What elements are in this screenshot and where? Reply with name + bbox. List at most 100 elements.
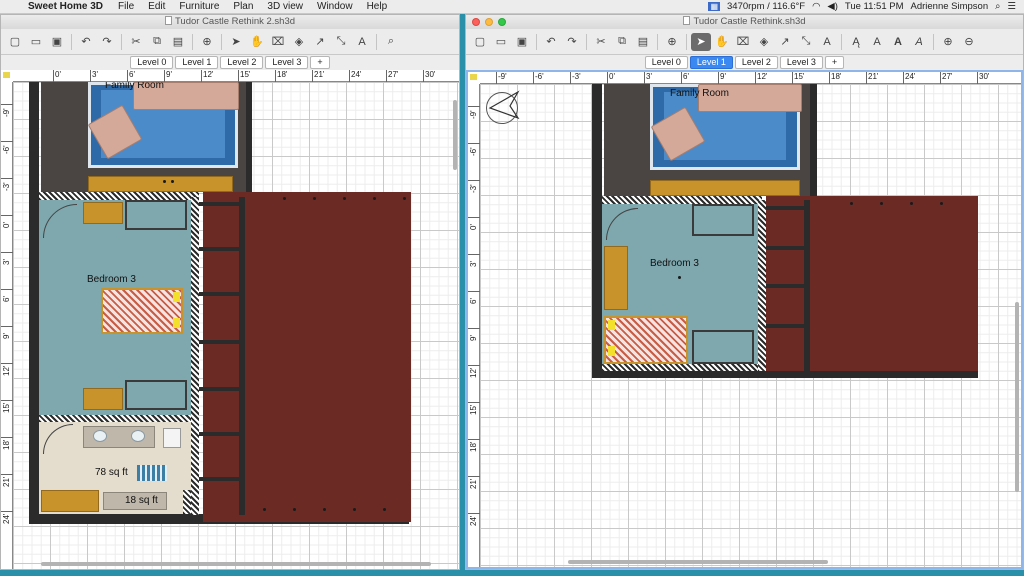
- horizontal-scrollbar[interactable]: [568, 560, 828, 564]
- wall-stair-right[interactable]: [239, 197, 245, 515]
- close-window-icon[interactable]: [472, 18, 480, 26]
- tab-level-3[interactable]: Level 3: [265, 56, 309, 69]
- sink[interactable]: [131, 430, 145, 442]
- add-level-button[interactable]: +: [824, 56, 845, 69]
- tab-level-0[interactable]: Level 0: [644, 56, 688, 69]
- plan-view[interactable]: 0' 3' 6' 9' 12' 15' 18' 21' 24' 27' 30' …: [1, 70, 459, 569]
- nightstand-top[interactable]: [83, 202, 123, 224]
- room-area-bath[interactable]: 78 sq ft: [95, 467, 128, 478]
- menu-window[interactable]: Window: [310, 1, 360, 12]
- italic-text-icon[interactable]: A: [909, 33, 929, 51]
- wall-stair-left[interactable]: [191, 197, 199, 515]
- wall-left[interactable]: [592, 84, 602, 378]
- tab-level-1[interactable]: Level 1: [689, 56, 733, 69]
- copy-icon[interactable]: ⧉: [147, 33, 167, 51]
- bath-cabinet[interactable]: [41, 490, 99, 512]
- tab-level-2[interactable]: Level 2: [734, 56, 778, 69]
- create-polylines-icon[interactable]: ↗: [310, 33, 330, 51]
- room-area-closet[interactable]: 18 sq ft: [125, 495, 158, 506]
- wall-bath-top[interactable]: [39, 415, 191, 422]
- create-rooms-icon[interactable]: ◈: [754, 33, 774, 51]
- wall-bedroom-top[interactable]: [39, 192, 199, 200]
- add-furniture-icon[interactable]: ⊕: [197, 33, 217, 51]
- room-label-bedroom[interactable]: Bedroom 3: [650, 258, 699, 269]
- copy-icon[interactable]: ⧉: [612, 33, 632, 51]
- zoom-window-icon[interactable]: [498, 18, 506, 26]
- cpu-status[interactable]: 3470rpm / 116.6°F: [727, 1, 805, 12]
- save-icon[interactable]: ▣: [512, 33, 532, 51]
- console-table[interactable]: [88, 176, 233, 192]
- wifi-icon[interactable]: ◠: [812, 1, 820, 12]
- notification-center-icon[interactable]: ☰: [1007, 1, 1016, 12]
- console-table[interactable]: [650, 180, 800, 196]
- text-style-icon[interactable]: A: [867, 33, 887, 51]
- tab-level-0[interactable]: Level 0: [130, 56, 174, 69]
- add-text-icon[interactable]: A: [352, 33, 372, 51]
- wall-stair-right[interactable]: [804, 200, 810, 376]
- dresser[interactable]: [604, 246, 628, 310]
- create-dimensions-icon[interactable]: ⤡: [796, 33, 816, 51]
- window-titlebar[interactable]: Tudor Castle Rethink 2.sh3d: [1, 15, 459, 29]
- paste-icon[interactable]: ▤: [633, 33, 653, 51]
- create-polylines-icon[interactable]: ↗: [775, 33, 795, 51]
- room-label-family[interactable]: Family Room: [105, 82, 164, 91]
- cpu-monitor-icon[interactable]: ▦: [708, 2, 720, 11]
- clock[interactable]: Tue 11:51 PM: [845, 1, 904, 12]
- vertical-scrollbar[interactable]: [1015, 302, 1019, 492]
- wall-stair-left[interactable]: [758, 200, 766, 372]
- plan-view[interactable]: -9' -6' -3' 0' 3' 6' 9' 12' 15' 18' 21' …: [466, 70, 1023, 569]
- menu-edit[interactable]: Edit: [141, 1, 172, 12]
- spotlight-icon[interactable]: ⌕: [995, 1, 1000, 12]
- pan-icon[interactable]: ✋: [712, 33, 732, 51]
- zoom-icon[interactable]: ⌕: [381, 33, 401, 51]
- bed[interactable]: [101, 288, 183, 334]
- zoom-in-icon[interactable]: ⊕: [938, 33, 958, 51]
- app-menu[interactable]: Sweet Home 3D: [22, 1, 111, 12]
- pan-icon[interactable]: ✋: [247, 33, 267, 51]
- wall-closet[interactable]: [183, 490, 191, 514]
- wall-bottom[interactable]: [592, 371, 978, 378]
- menu-3d-view[interactable]: 3D view: [260, 1, 310, 12]
- cut-icon[interactable]: ✂: [591, 33, 611, 51]
- zoom-out-icon[interactable]: ⊖: [959, 33, 979, 51]
- undo-icon[interactable]: ↶: [76, 33, 96, 51]
- menu-plan[interactable]: Plan: [226, 1, 260, 12]
- bold-text-icon[interactable]: A: [888, 33, 908, 51]
- wall-family-right[interactable]: [810, 84, 817, 196]
- add-level-button[interactable]: +: [310, 56, 330, 69]
- wall-bedroom-top[interactable]: [602, 196, 762, 204]
- create-dimensions-icon[interactable]: ⤡: [331, 33, 351, 51]
- window-titlebar[interactable]: Tudor Castle Rethink.sh3d: [466, 15, 1023, 29]
- bath-mat[interactable]: [137, 465, 167, 481]
- create-walls-icon[interactable]: ⌧: [268, 33, 288, 51]
- text-style-icon[interactable]: Ą: [846, 33, 866, 51]
- vertical-scrollbar[interactable]: [453, 100, 457, 170]
- tab-level-3[interactable]: Level 3: [779, 56, 823, 69]
- wall-left[interactable]: [29, 82, 39, 524]
- new-icon[interactable]: ▢: [5, 33, 25, 51]
- horizontal-scrollbar[interactable]: [41, 562, 431, 566]
- toilet[interactable]: [163, 428, 181, 448]
- add-furniture-icon[interactable]: ⊕: [662, 33, 682, 51]
- undo-icon[interactable]: ↶: [541, 33, 561, 51]
- add-text-icon[interactable]: A: [817, 33, 837, 51]
- bed[interactable]: [604, 316, 688, 364]
- room-label-family[interactable]: Family Room: [670, 88, 729, 99]
- menu-furniture[interactable]: Furniture: [172, 1, 226, 12]
- room-label-bedroom[interactable]: Bedroom 3: [87, 274, 136, 285]
- save-icon[interactable]: ▣: [47, 33, 67, 51]
- create-rooms-icon[interactable]: ◈: [289, 33, 309, 51]
- user-name[interactable]: Adrienne Simpson: [911, 1, 989, 12]
- tab-level-1[interactable]: Level 1: [175, 56, 219, 69]
- minimize-window-icon[interactable]: [485, 18, 493, 26]
- volume-icon[interactable]: ◀): [827, 1, 837, 12]
- open-icon[interactable]: ▭: [26, 33, 46, 51]
- select-icon[interactable]: ➤: [691, 32, 711, 51]
- nightstand-bottom[interactable]: [83, 388, 123, 410]
- menu-file[interactable]: File: [111, 1, 141, 12]
- cut-icon[interactable]: ✂: [126, 33, 146, 51]
- wall-family-right[interactable]: [246, 82, 252, 192]
- select-icon[interactable]: ➤: [226, 33, 246, 51]
- paste-icon[interactable]: ▤: [168, 33, 188, 51]
- wall-bedroom-bottom[interactable]: [602, 364, 758, 371]
